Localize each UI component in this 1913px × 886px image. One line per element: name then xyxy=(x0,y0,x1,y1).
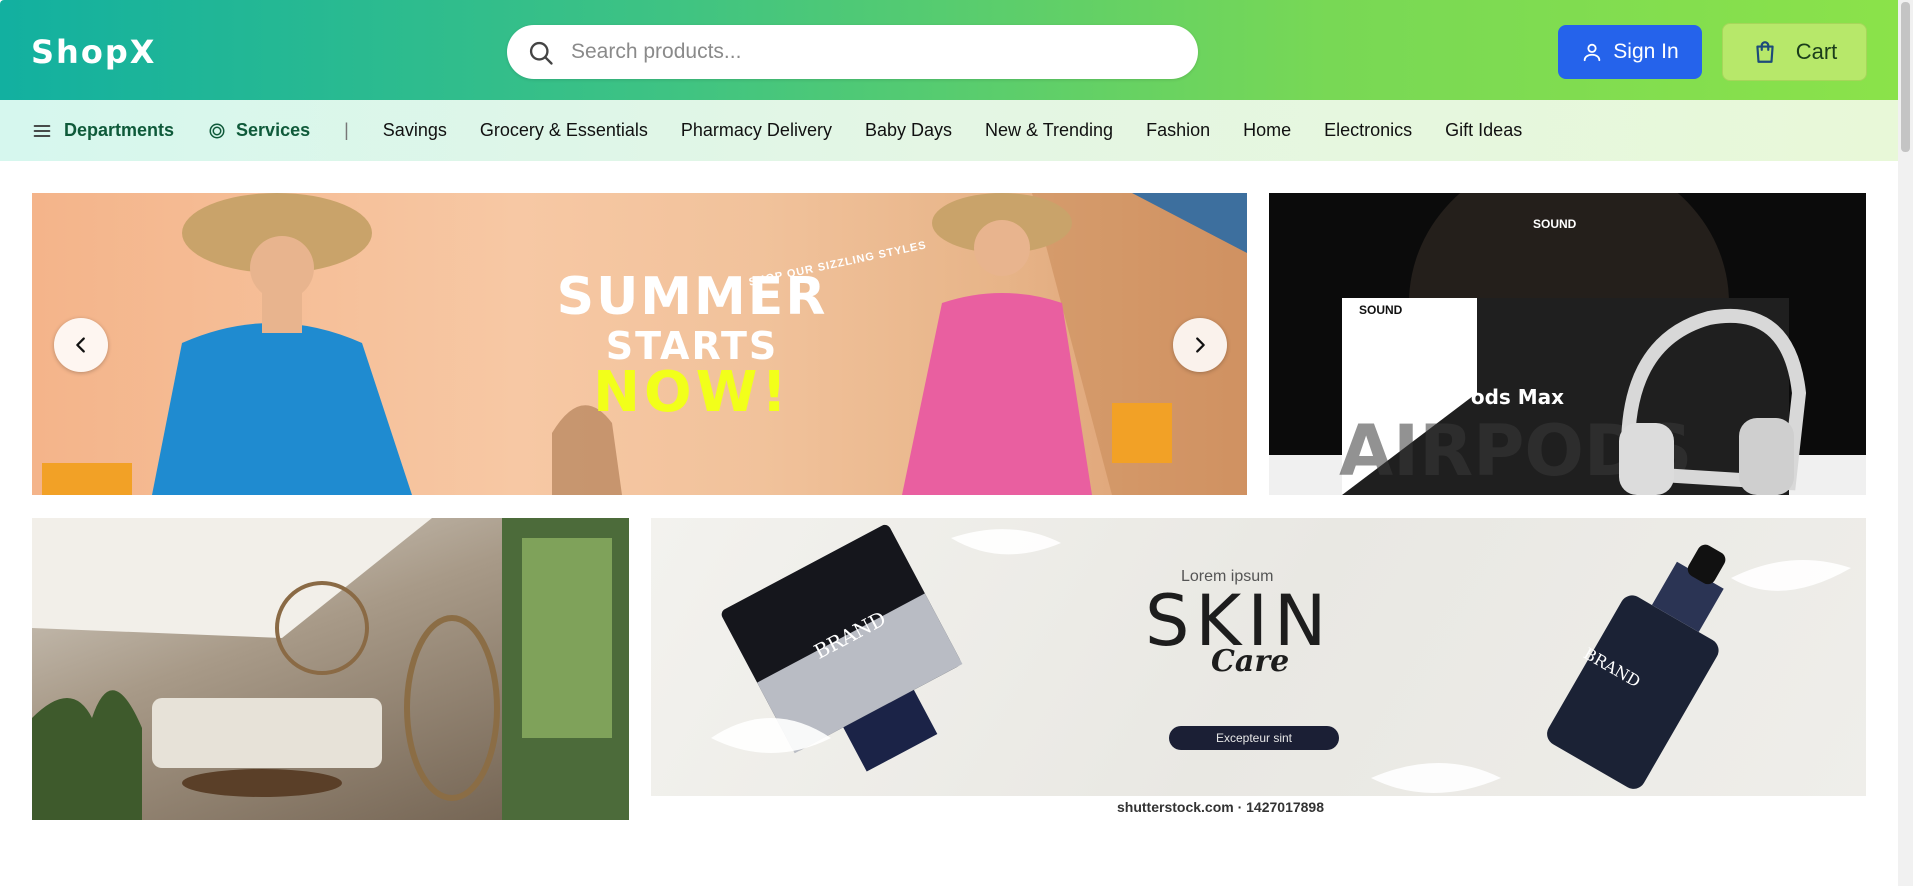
services-menu[interactable]: Services xyxy=(208,120,310,141)
airpods-sound-label-top: SOUND xyxy=(1533,217,1577,231)
nav-item-home[interactable]: Home xyxy=(1243,120,1291,141)
chevron-right-icon xyxy=(1196,337,1205,353)
services-icon xyxy=(209,123,225,138)
category-nav: Departments Services | Savings Grocery &… xyxy=(0,100,1898,161)
carousel-next-button[interactable] xyxy=(1173,318,1227,372)
nav-item-pharmacy[interactable]: Pharmacy Delivery xyxy=(681,120,832,141)
summer-headline: SUMMER STARTS NOW! xyxy=(502,271,882,421)
nav-item-gift-ideas[interactable]: Gift Ideas xyxy=(1445,120,1522,141)
search-bar[interactable] xyxy=(507,25,1198,79)
nav-item-grocery[interactable]: Grocery & Essentials xyxy=(480,120,648,141)
airpods-banner-art: AIRPODS xyxy=(1269,193,1866,495)
home-decor-banner[interactable] xyxy=(32,518,629,820)
shopping-bag-icon xyxy=(1756,41,1774,63)
chevron-left-icon xyxy=(76,337,85,353)
page: ShopX Sign In Cart D xyxy=(0,0,1913,886)
nav-item-baby-days[interactable]: Baby Days xyxy=(865,120,952,141)
logo[interactable]: ShopX xyxy=(31,33,156,71)
summer-line-3: NOW! xyxy=(593,360,791,425)
cart-label: Cart xyxy=(1795,39,1838,64)
summer-carousel-banner[interactable]: SUMMER STARTS NOW! SHOP OUR SIZZLING STY… xyxy=(32,193,1247,495)
home-decor-art xyxy=(32,518,629,820)
airpods-banner[interactable]: AIRPODS SOUND SOUND AirPods Max xyxy=(1269,193,1866,495)
skin-subtitle: Care xyxy=(1211,644,1290,679)
airpods-sound-label-inner: SOUND xyxy=(1359,303,1403,317)
nav-item-electronics[interactable]: Electronics xyxy=(1324,120,1412,141)
user-icon xyxy=(1584,43,1601,62)
sign-in-label: Sign In xyxy=(1613,40,1679,63)
search-input[interactable] xyxy=(571,35,1171,69)
menu-icon xyxy=(33,124,51,137)
image-credit: shutterstock.com · 1427017898 xyxy=(1117,799,1324,815)
departments-menu[interactable]: Departments xyxy=(32,120,174,141)
page-scrollbar[interactable] xyxy=(1898,0,1913,886)
airpods-product-name: AirPods Max xyxy=(1424,385,1565,409)
skin-cta-button[interactable]: Excepteur sint xyxy=(1169,726,1339,750)
sign-in-button[interactable]: Sign In xyxy=(1558,25,1702,79)
nav-item-new-trending[interactable]: New & Trending xyxy=(985,120,1113,141)
nav-item-fashion[interactable]: Fashion xyxy=(1146,120,1210,141)
nav-item-savings[interactable]: Savings xyxy=(383,120,447,141)
departments-label: Departments xyxy=(64,120,175,140)
summer-line-1: SUMMER xyxy=(556,267,828,327)
cart-button[interactable]: Cart xyxy=(1722,23,1867,81)
nav-separator: | xyxy=(344,120,349,140)
header: ShopX Sign In Cart xyxy=(0,0,1898,100)
services-label: Services xyxy=(236,120,311,140)
carousel-prev-button[interactable] xyxy=(54,318,108,372)
scrollbar-thumb[interactable] xyxy=(1901,2,1910,152)
search-icon xyxy=(529,41,553,65)
skin-care-banner[interactable]: BRAND BRAND Lorem ipsum SKIN Care Except… xyxy=(651,518,1866,820)
image-credit-bar: shutterstock.com · 1427017898 xyxy=(651,796,1866,820)
